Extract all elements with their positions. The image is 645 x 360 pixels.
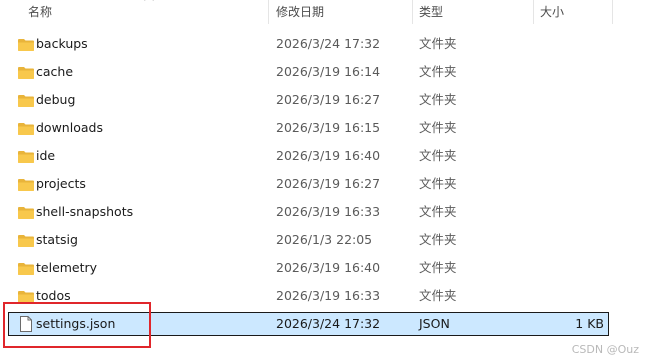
file-type: 文件夹	[419, 120, 457, 135]
sort-up-icon: ︿	[144, 0, 154, 3]
modified-date: 2026/3/24 17:32	[276, 316, 381, 331]
file-name: ide	[36, 148, 56, 163]
modified-date: 2026/3/19 16:33	[276, 204, 381, 219]
file-type: 文件夹	[419, 92, 457, 107]
file-type: 文件夹	[419, 232, 457, 247]
file-row[interactable]: statsig 2026/1/3 22:05 文件夹	[8, 228, 609, 252]
file-row[interactable]: shell-snapshots 2026/3/19 16:33 文件夹	[8, 200, 609, 224]
file-name: backups	[36, 36, 88, 51]
modified-date: 2026/3/19 16:33	[276, 288, 381, 303]
folder-icon	[17, 121, 35, 136]
folder-icon	[17, 65, 35, 80]
file-name: statsig	[36, 232, 78, 247]
column-divider[interactable]	[612, 0, 613, 24]
file-type: 文件夹	[419, 148, 457, 163]
file-row[interactable]: backups 2026/3/24 17:32 文件夹	[8, 32, 609, 56]
modified-date: 2026/3/19 16:27	[276, 92, 381, 107]
file-name: telemetry	[36, 260, 98, 275]
modified-date: 2026/3/19 16:27	[276, 176, 381, 191]
file-size: 1 KB	[575, 316, 604, 331]
file-type: 文件夹	[419, 260, 457, 275]
file-type: 文件夹	[419, 64, 457, 79]
column-type-header[interactable]: 类型	[419, 0, 443, 24]
file-type: 文件夹	[419, 288, 457, 303]
folder-icon	[17, 177, 35, 192]
file-type: 文件夹	[419, 204, 457, 219]
file-type: 文件夹	[419, 36, 457, 51]
file-row[interactable]: downloads 2026/3/19 16:15 文件夹	[8, 116, 609, 140]
column-divider[interactable]	[268, 0, 269, 24]
column-date-header[interactable]: 修改日期	[276, 0, 324, 24]
modified-date: 2026/3/24 17:32	[276, 36, 381, 51]
folder-icon	[17, 261, 35, 276]
folder-icon	[17, 149, 35, 164]
file-row[interactable]: telemetry 2026/3/19 16:40 文件夹	[8, 256, 609, 280]
file-row[interactable]: ide 2026/3/19 16:40 文件夹	[8, 144, 609, 168]
folder-icon	[17, 233, 35, 248]
file-row[interactable]: cache 2026/3/19 16:14 文件夹	[8, 60, 609, 84]
file-name: projects	[36, 176, 86, 191]
file-name: shell-snapshots	[36, 204, 134, 219]
column-name-header[interactable]: 名称	[28, 0, 52, 24]
file-name: cache	[36, 64, 74, 79]
file-explorer: ︿ 名称 修改日期 类型 大小 backups 2026/3/24 17:32 文件…	[0, 0, 645, 360]
folder-icon	[17, 205, 35, 220]
folder-icon	[17, 37, 35, 52]
modified-date: 2026/3/19 16:40	[276, 148, 381, 163]
file-name: debug	[36, 92, 76, 107]
modified-date: 2026/3/19 16:14	[276, 64, 381, 79]
watermark: CSDN @Ouz	[571, 343, 639, 356]
column-divider[interactable]	[533, 0, 534, 24]
file-name: downloads	[36, 120, 103, 135]
modified-date: 2026/1/3 22:05	[276, 232, 373, 247]
annotation-highlight-box	[3, 302, 151, 348]
file-row[interactable]: debug 2026/3/19 16:27 文件夹	[8, 88, 609, 112]
modified-date: 2026/3/19 16:40	[276, 260, 381, 275]
file-row[interactable]: projects 2026/3/19 16:27 文件夹	[8, 172, 609, 196]
folder-icon	[17, 93, 35, 108]
modified-date: 2026/3/19 16:15	[276, 120, 381, 135]
file-type: 文件夹	[419, 176, 457, 191]
file-type: JSON	[419, 316, 450, 331]
column-size-header[interactable]: 大小	[540, 0, 564, 24]
column-divider[interactable]	[412, 0, 413, 24]
column-header: ︿ 名称 修改日期 类型 大小	[0, 0, 645, 24]
